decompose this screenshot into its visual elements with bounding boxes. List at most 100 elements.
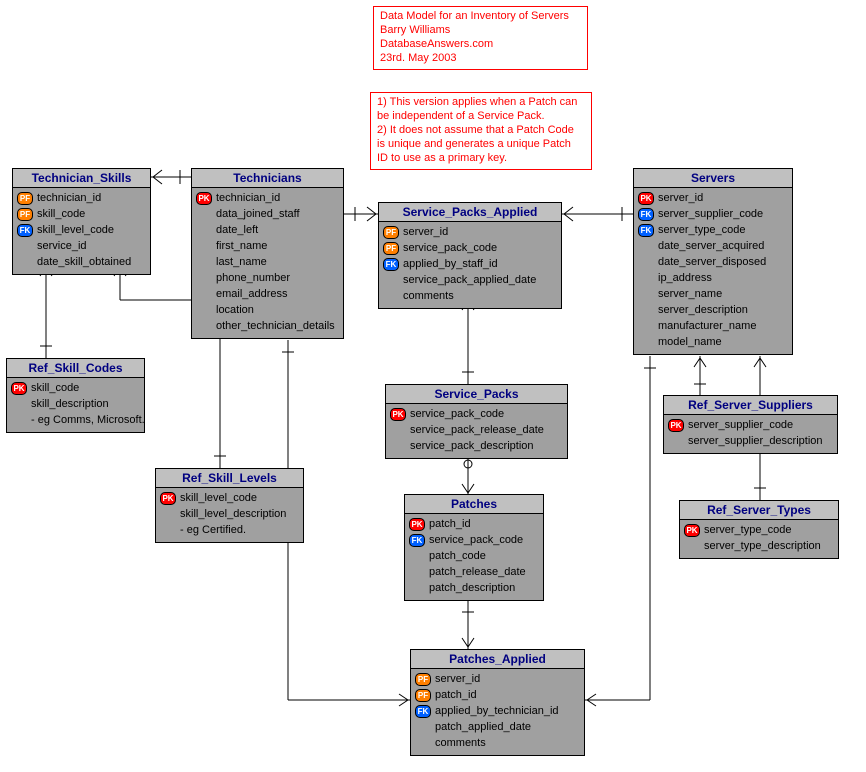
entity-service-packs-applied: Service_Packs_Applied PF server_id PF serv… (378, 202, 562, 309)
entity-ref-skill-levels: Ref_Skill_Levels PKskill_level_code skil… (155, 468, 304, 543)
column: data_joined_staff (216, 206, 300, 222)
entity-title: Patches (405, 495, 543, 514)
column: phone_number (216, 270, 290, 286)
column: server_id (435, 671, 480, 687)
column: server_name (658, 286, 722, 302)
notes-box: 1) This version applies when a Patch can… (370, 92, 592, 170)
column: date_left (216, 222, 258, 238)
column-note: - eg Comms, Microsoft. (31, 412, 145, 428)
column: service_pack_description (410, 438, 534, 454)
column: email_address (216, 286, 288, 302)
column: skill_level_code (37, 222, 114, 238)
meta-line: Data Model for an Inventory of Servers (380, 9, 581, 23)
entity-title: Ref_Server_Suppliers (664, 396, 837, 415)
column: technician_id (37, 190, 101, 206)
column: date_server_acquired (658, 238, 764, 254)
column: skill_description (31, 396, 109, 412)
column: skill_code (37, 206, 85, 222)
entity-patches-applied: Patches_Applied PF server_id PF patch_id F… (410, 649, 585, 756)
meta-box: Data Model for an Inventory of Servers B… (373, 6, 588, 70)
pf-icon: PF (17, 192, 33, 205)
column: patch_code (429, 548, 486, 564)
column: model_name (658, 334, 722, 350)
column: server_id (403, 224, 448, 240)
meta-line: 23rd. May 2003 (380, 51, 581, 65)
column: server_supplier_code (688, 417, 793, 433)
pk-icon: PK (160, 492, 176, 505)
column: patch_id (429, 516, 471, 532)
column: other_technician_details (216, 318, 335, 334)
notes-line: ID to use as a primary key. (377, 151, 585, 165)
pk-icon: PK (638, 192, 654, 205)
column: patch_applied_date (435, 719, 531, 735)
column: service_pack_code (429, 532, 523, 548)
pf-icon: PF (415, 689, 431, 702)
fk-icon: FK (638, 224, 654, 237)
pk-icon: PK (196, 192, 212, 205)
column: manufacturer_name (658, 318, 756, 334)
column: service_id (37, 238, 87, 254)
column: server_id (658, 190, 703, 206)
entity-title: Patches_Applied (411, 650, 584, 669)
entity-title: Ref_Skill_Codes (7, 359, 144, 378)
fk-icon: FK (415, 705, 431, 718)
column: patch_id (435, 687, 477, 703)
pk-icon: PK (684, 524, 700, 537)
column: server_type_description (704, 538, 821, 554)
fk-icon: FK (17, 224, 33, 237)
notes-line: be independent of a Service Pack. (377, 109, 585, 123)
entity-technician-skills: Technician_Skills PF technician_id PF skil… (12, 168, 151, 275)
entity-service-packs: Service_Packs PK service_pack_code servic… (385, 384, 568, 459)
pf-icon: PF (17, 208, 33, 221)
fk-icon: FK (638, 208, 654, 221)
column: server_supplier_description (688, 433, 823, 449)
entity-servers: Servers PKserver_id FKserver_supplier_co… (633, 168, 793, 355)
entity-ref-server-suppliers: Ref_Server_Suppliers PK server_supplier_c… (663, 395, 838, 454)
column: skill_level_description (180, 506, 286, 522)
column: service_pack_code (410, 406, 504, 422)
column: location (216, 302, 254, 318)
column: service_pack_code (403, 240, 497, 256)
entity-title: Technician_Skills (13, 169, 150, 188)
column: server_description (658, 302, 748, 318)
pf-icon: PF (415, 673, 431, 686)
column: server_type_code (658, 222, 745, 238)
pk-icon: PK (11, 382, 27, 395)
entity-title: Servers (634, 169, 792, 188)
entity-patches: Patches PK patch_id FK service_pack_code p… (404, 494, 544, 601)
entity-ref-skill-codes: Ref_Skill_Codes PK skill_code skill_descr… (6, 358, 145, 433)
column: patch_release_date (429, 564, 526, 580)
column: date_skill_obtained (37, 254, 131, 270)
entity-title: Ref_Skill_Levels (156, 469, 303, 488)
column-note: - eg Certified. (180, 522, 246, 538)
entity-ref-server-types: Ref_Server_Types PKserver_type_code serv… (679, 500, 839, 559)
column: technician_id (216, 190, 280, 206)
pf-icon: PF (383, 242, 399, 255)
pk-icon: PK (409, 518, 425, 531)
entity-title: Service_Packs_Applied (379, 203, 561, 222)
column: comments (403, 288, 454, 304)
notes-line: 1) This version applies when a Patch can (377, 95, 585, 109)
pk-icon: PK (390, 408, 406, 421)
column: applied_by_staff_id (403, 256, 498, 272)
meta-line: Barry Williams (380, 23, 581, 37)
entity-title: Technicians (192, 169, 343, 188)
fk-icon: FK (383, 258, 399, 271)
entity-technicians: Technicians PK technician_id data_joined_… (191, 168, 344, 339)
entity-title: Service_Packs (386, 385, 567, 404)
column: last_name (216, 254, 267, 270)
entity-title: Ref_Server_Types (680, 501, 838, 520)
column: date_server_disposed (658, 254, 766, 270)
pf-icon: PF (383, 226, 399, 239)
column: ip_address (658, 270, 712, 286)
erd-canvas: Data Model for an Inventory of Servers B… (0, 0, 866, 772)
column: skill_code (31, 380, 79, 396)
column: applied_by_technician_id (435, 703, 559, 719)
notes-line: is unique and generates a unique Patch (377, 137, 585, 151)
pk-icon: PK (668, 419, 684, 432)
column: service_pack_release_date (410, 422, 544, 438)
column: first_name (216, 238, 267, 254)
column: patch_description (429, 580, 515, 596)
column: comments (435, 735, 486, 751)
fk-icon: FK (409, 534, 425, 547)
